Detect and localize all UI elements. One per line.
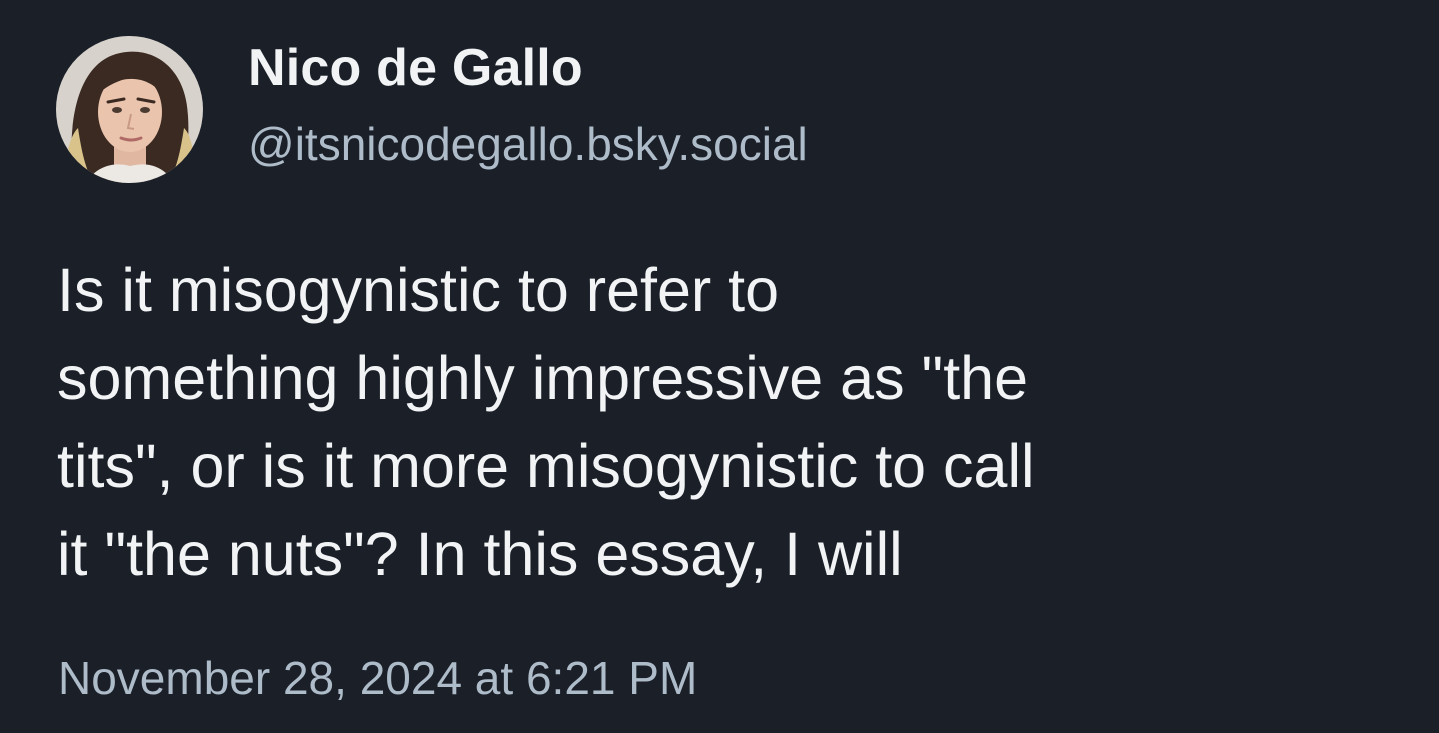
avatar-photo-icon xyxy=(56,36,203,183)
post-card: Nico de Gallo @itsnicodegallo.bsky.socia… xyxy=(0,0,1439,733)
author-display-name[interactable]: Nico de Gallo xyxy=(248,36,808,100)
author-handle[interactable]: @itsnicodegallo.bsky.social xyxy=(248,116,808,172)
author-avatar[interactable] xyxy=(56,36,203,183)
post-timestamp[interactable]: November 28, 2024 at 6:21 PM xyxy=(58,648,697,708)
author-info: Nico de Gallo @itsnicodegallo.bsky.socia… xyxy=(248,36,808,172)
post-text: Is it misogynistic to refer to something… xyxy=(57,256,1035,588)
